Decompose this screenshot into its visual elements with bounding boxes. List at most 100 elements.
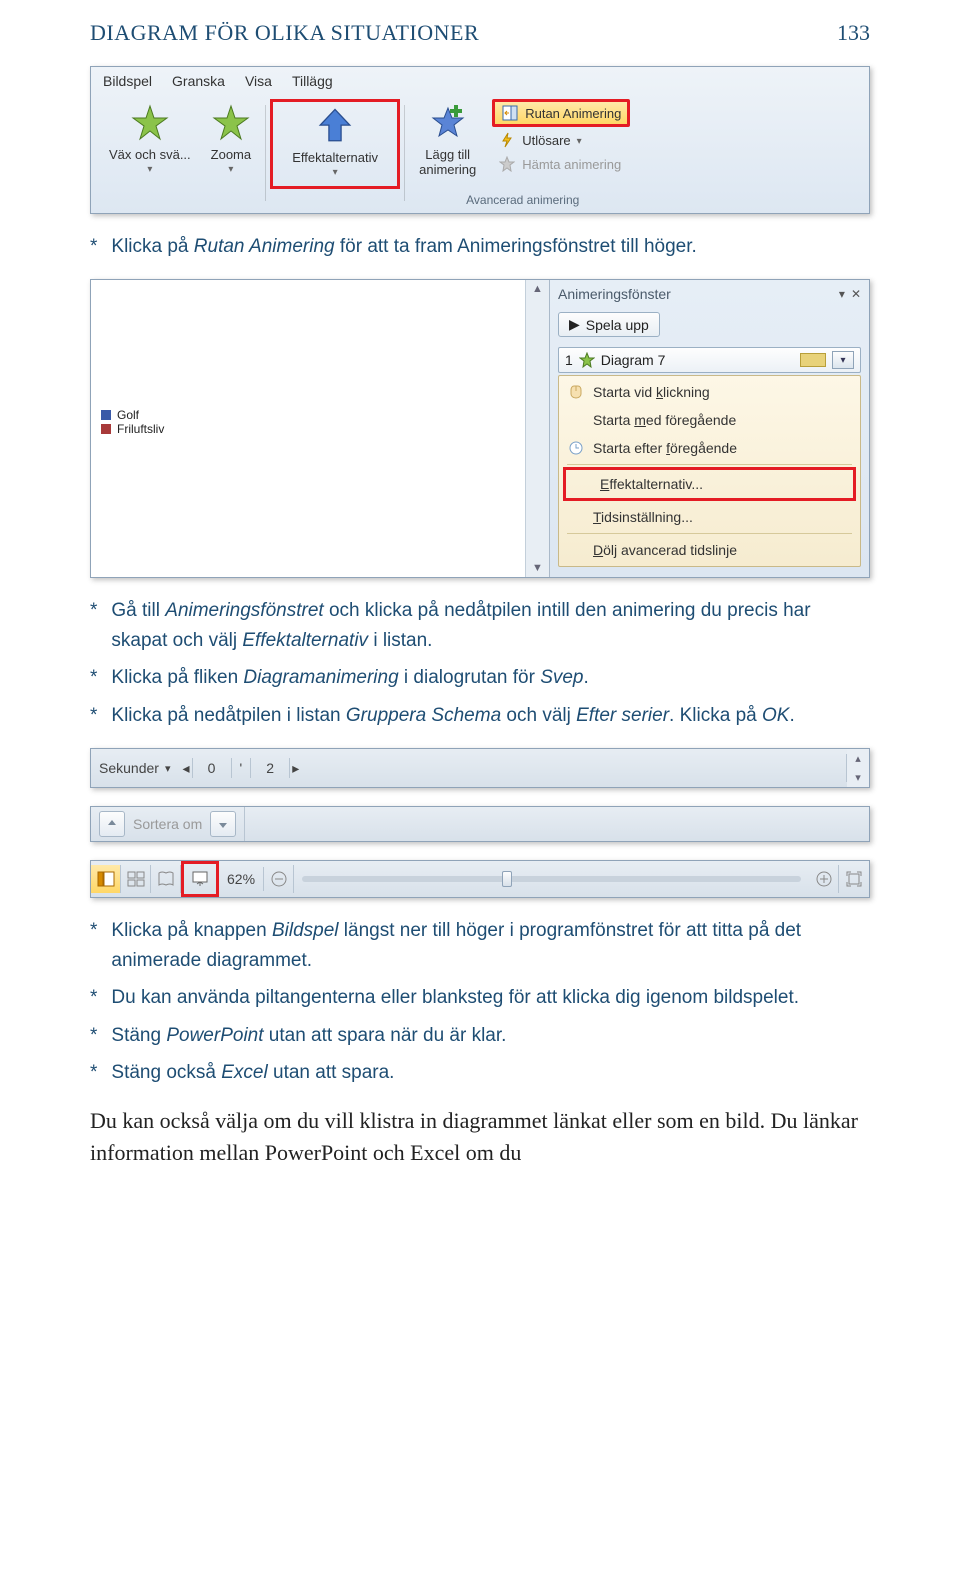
bullet-list-2: *Gå till Animeringsfönstret och klicka p… (90, 596, 870, 730)
group-label: Avancerad animering (409, 189, 636, 207)
btn-lagg-till[interactable]: Lägg till animering (409, 99, 486, 189)
t: Klicka på fliken (111, 667, 243, 688)
mi-start-click[interactable]: Starta vid klickning (559, 378, 860, 406)
t: Svep (540, 667, 583, 688)
t: Animeringsfönstret (165, 600, 323, 621)
tab-granska[interactable]: Granska (172, 73, 225, 89)
chevron-down-icon: ▾ (577, 136, 582, 147)
arrow-up-icon (315, 106, 355, 146)
play-label: Spela upp (586, 317, 649, 333)
btn-hamta[interactable]: Hämta animering (492, 153, 630, 175)
t: Gå till (111, 600, 165, 621)
chevron-right-icon[interactable]: ▸ (292, 760, 299, 777)
timeline-spinner[interactable]: ◂ 0 ' 2 ▸ (182, 758, 299, 778)
sekunder-label: Sekunder (99, 760, 159, 776)
reorder-up-button[interactable] (99, 811, 125, 837)
bullet-list-1: *Klicka på Rutan Animering för att ta fr… (90, 232, 870, 261)
tab-visa[interactable]: Visa (245, 73, 272, 89)
btn-vax-label: Väx och svä... (109, 147, 191, 162)
btn-vax[interactable]: Väx och svä... ▾ (99, 99, 201, 189)
mi-start-after[interactable]: Starta efter föregående (559, 434, 860, 462)
btn-utlosare[interactable]: Utlösare ▾ (492, 129, 630, 151)
t: . Klicka på (669, 705, 762, 726)
view-reading-button[interactable] (151, 865, 181, 893)
chevron-down-icon: ▾ (333, 167, 338, 178)
t: Du kan använda piltangenterna eller blan… (111, 987, 799, 1008)
zoom-slider[interactable] (302, 876, 801, 882)
tab-tillagg[interactable]: Tillägg (292, 73, 333, 89)
t: Gruppera Schema (346, 705, 501, 726)
btn-effektalternativ[interactable]: Effektalternativ ▾ (270, 99, 400, 189)
zoom-out-button[interactable] (264, 865, 294, 893)
page-header: DIAGRAM FÖR OLIKA SITUATIONER 133 (90, 20, 870, 46)
tab-bildspel[interactable]: Bildspel (103, 73, 152, 89)
pane-menu-icon[interactable]: ▾ (839, 287, 845, 301)
mouse-icon (567, 383, 585, 401)
t: Klicka på knappen (111, 920, 272, 941)
t: Diagramanimering (243, 667, 398, 688)
t: för att ta fram Animeringsfönstret till … (335, 236, 697, 257)
scrollbar[interactable]: ▲ ▼ (525, 280, 549, 577)
t: Excel (221, 1062, 267, 1083)
animation-item[interactable]: 1 Diagram 7 ▾ (558, 347, 861, 373)
utlosare-label: Utlösare (522, 133, 570, 148)
val2: 2 (250, 758, 290, 778)
btn-zooma[interactable]: Zooma ▾ (201, 99, 261, 189)
chevron-left-icon[interactable]: ◂ (182, 760, 189, 777)
mi-start-with[interactable]: Starta med föregående (559, 406, 860, 434)
scroll-down-icon[interactable]: ▼ (532, 559, 543, 577)
t: Effektalternativ (242, 630, 368, 651)
t: Efter serier (576, 705, 669, 726)
chevron-down-icon[interactable]: ▾ (165, 762, 171, 775)
mi-label: Starta efter föregående (593, 440, 737, 456)
item-dropdown[interactable]: ▾ (832, 351, 854, 369)
hamta-label: Hämta animering (522, 157, 621, 172)
t: Stäng (111, 1025, 166, 1046)
slide-canvas: Golf Friluftsliv (91, 280, 525, 577)
sortera-label: Sortera om (133, 816, 202, 832)
view-normal-button[interactable] (91, 865, 121, 893)
t: Bildspel (272, 920, 339, 941)
t: Stäng också (111, 1062, 221, 1083)
lightning-icon (498, 131, 516, 149)
zoom-in-button[interactable] (809, 865, 839, 893)
play-button[interactable]: ▶ Spela upp (558, 312, 660, 337)
chevron-down-icon: ▾ (147, 164, 152, 175)
pane-title: Animeringsfönster (558, 286, 671, 302)
btn-rutan-animering[interactable]: Rutan Animering (492, 99, 630, 127)
t: . (584, 667, 589, 688)
close-icon[interactable]: ✕ (851, 287, 861, 301)
statusbar-screenshot: Sekunder ▾ ◂ 0 ' 2 ▸ ▴ ▾ (90, 748, 870, 788)
t: i listan. (368, 630, 432, 651)
val0: 0 (192, 758, 232, 778)
t: PowerPoint (166, 1025, 263, 1046)
mi-dolj[interactable]: Dölj avancerad tidslinje (559, 536, 860, 564)
pane-icon (501, 104, 519, 122)
view-sorter-button[interactable] (121, 865, 151, 893)
star-icon (579, 352, 595, 368)
scroll-down-icon[interactable]: ▾ (855, 768, 861, 787)
item-label: Diagram 7 (601, 352, 794, 368)
context-menu: Starta vid klickning Starta med föregåen… (558, 375, 861, 567)
bullet-list-3: *Klicka på knappen Bildspel längst ner t… (90, 916, 870, 1087)
t: utan att spara när du är klar. (264, 1025, 507, 1046)
view-slideshow-button[interactable] (185, 865, 215, 893)
mi-label: Tidsinställning... (593, 509, 693, 525)
star-grey-icon (498, 155, 516, 173)
mi-tidsinst[interactable]: Tidsinställning... (559, 503, 860, 531)
mi-label: Starta med föregående (593, 412, 736, 428)
chart-legend: Golf Friluftsliv (101, 408, 515, 436)
page-number: 133 (837, 20, 870, 46)
t: Klicka på nedåtpilen i listan (111, 705, 345, 726)
mi-label: Effektalternativ... (600, 476, 703, 492)
mi-effektalternativ[interactable]: Effektalternativ... (563, 467, 856, 501)
legend-friluft: Friluftsliv (117, 422, 164, 436)
scroll-up-icon[interactable]: ▴ (855, 749, 861, 768)
fit-button[interactable] (839, 865, 869, 893)
mi-label: Starta vid klickning (593, 384, 710, 400)
star-add-icon (428, 103, 468, 143)
zoom-level[interactable]: 62% (219, 867, 264, 891)
scroll-up-icon[interactable]: ▲ (532, 280, 543, 298)
rutan-label: Rutan Animering (525, 106, 621, 121)
reorder-down-button[interactable] (210, 811, 236, 837)
